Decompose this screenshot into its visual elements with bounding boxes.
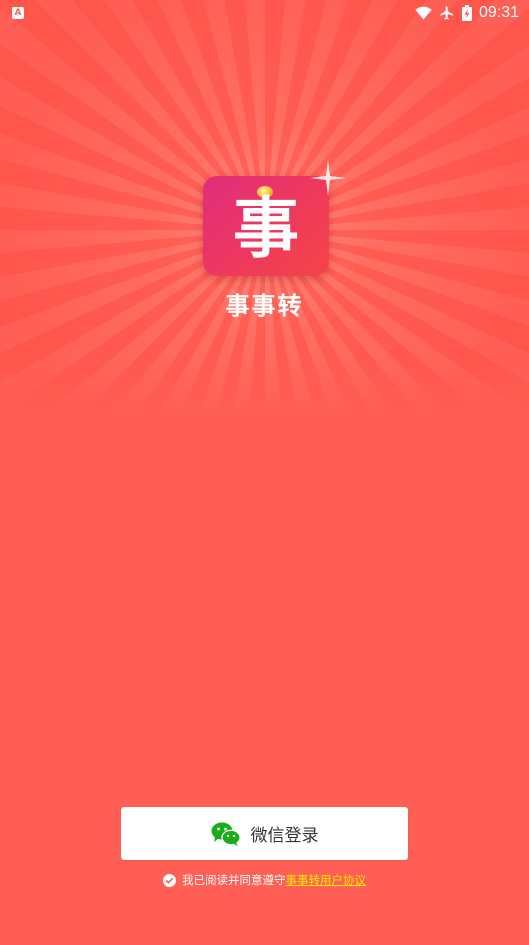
status-time: 09:31 bbox=[478, 4, 519, 21]
wechat-login-label: 微信登录 bbox=[250, 826, 319, 846]
status-bar: A 09:31 bbox=[0, 0, 529, 28]
wechat-login-button[interactable]: 微信登录 bbox=[121, 807, 408, 860]
airplane-mode-icon bbox=[440, 6, 453, 20]
agreement-text: 我已阅读并同意遵守 bbox=[182, 873, 286, 887]
app-logo: 事 bbox=[203, 160, 346, 276]
user-agreement-link[interactable]: 事事转用户协议 bbox=[286, 872, 367, 888]
app-logo-character: 事 bbox=[233, 189, 299, 267]
wifi-icon bbox=[415, 6, 432, 20]
check-icon bbox=[165, 877, 174, 884]
wechat-icon bbox=[211, 822, 241, 846]
agree-checkbox[interactable] bbox=[163, 873, 176, 887]
notification-a-icon: A bbox=[12, 7, 24, 19]
sparkle-icon bbox=[310, 160, 346, 196]
app-name: 事事转 bbox=[225, 292, 304, 320]
battery-charging-icon bbox=[461, 5, 472, 21]
agreement-row: 我已阅读并同意遵守 事事转用户协议 bbox=[0, 872, 529, 888]
